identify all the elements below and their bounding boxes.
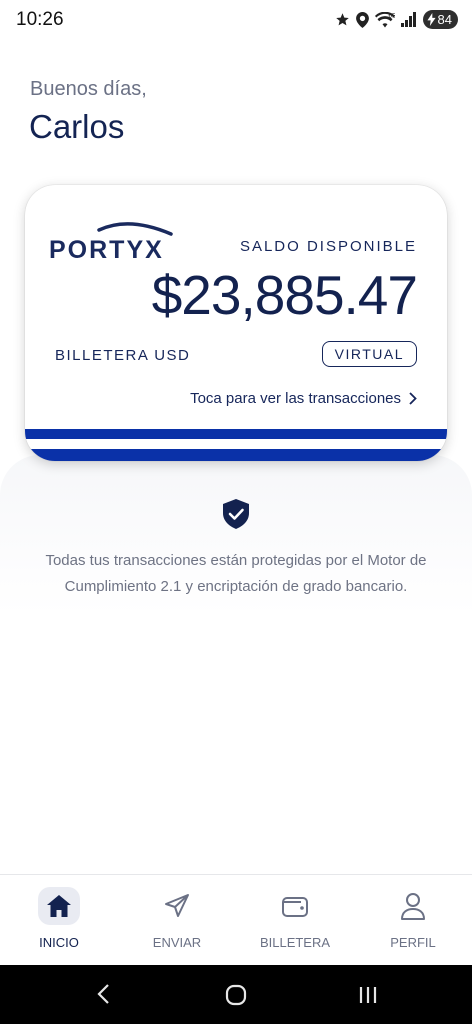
nav-enviar[interactable]: ENVIAR [118, 887, 236, 950]
nav-inicio-label: INICIO [39, 935, 79, 950]
send-icon [165, 894, 189, 917]
battery-indicator: 84 [422, 10, 458, 29]
system-navigation-bar [0, 965, 472, 1024]
svg-text:6E: 6E [388, 13, 395, 19]
wallet-currency-label: BILLETERA USD [55, 347, 191, 364]
nav-billetera[interactable]: BILLETERA [236, 887, 354, 950]
star-icon [335, 13, 349, 26]
nav-billetera-label: BILLETERA [259, 935, 331, 950]
back-icon[interactable] [96, 983, 112, 1005]
brand-logo: PORTYX [49, 218, 179, 263]
balance-amount: $23,885.47 [151, 264, 418, 326]
chevron-right-icon [409, 392, 417, 405]
user-name: Carlos [29, 108, 125, 145]
status-time: 10:26 [16, 9, 64, 30]
profile-icon [401, 893, 425, 920]
brand-name: PORTYX [49, 236, 164, 263]
battery-level: 84 [437, 12, 452, 27]
wifi-icon: 6E [374, 11, 395, 27]
charging-icon [426, 13, 436, 26]
view-transactions-label: Toca para ver las transacciones [190, 390, 401, 407]
location-icon [355, 11, 369, 28]
signal-icon [400, 12, 416, 27]
shield-check-icon [223, 499, 249, 529]
nav-perfil[interactable]: PERFIL [354, 887, 472, 950]
bottom-navigation: INICIO ENVIAR BILLETERA PERFIL [0, 874, 472, 966]
wallet-icon [282, 897, 308, 917]
nav-enviar-label: ENVIAR [152, 935, 202, 950]
card-stripe-bottom [25, 449, 447, 461]
home-button-icon[interactable] [225, 984, 247, 1006]
wallet-card[interactable]: PORTYX SALDO DISPONIBLE $23,885.47 BILLE… [25, 185, 447, 461]
greeting-text: Buenos días, [30, 78, 147, 100]
nav-perfil-label: PERFIL [390, 935, 436, 950]
security-note: Todas tus transacciones están protegidas… [45, 552, 427, 595]
virtual-badge: VIRTUAL [321, 341, 417, 367]
status-bar: 10:26 6E 84 [0, 0, 472, 44]
nav-inicio[interactable]: INICIO [0, 887, 118, 950]
status-icons: 6E 84 [335, 10, 458, 29]
view-transactions-link[interactable]: Toca para ver las transacciones [190, 390, 417, 407]
recents-icon[interactable] [358, 985, 378, 1005]
home-icon [47, 895, 71, 917]
card-stripe-top [25, 429, 447, 439]
balance-label: SALDO DISPONIBLE [239, 238, 417, 255]
